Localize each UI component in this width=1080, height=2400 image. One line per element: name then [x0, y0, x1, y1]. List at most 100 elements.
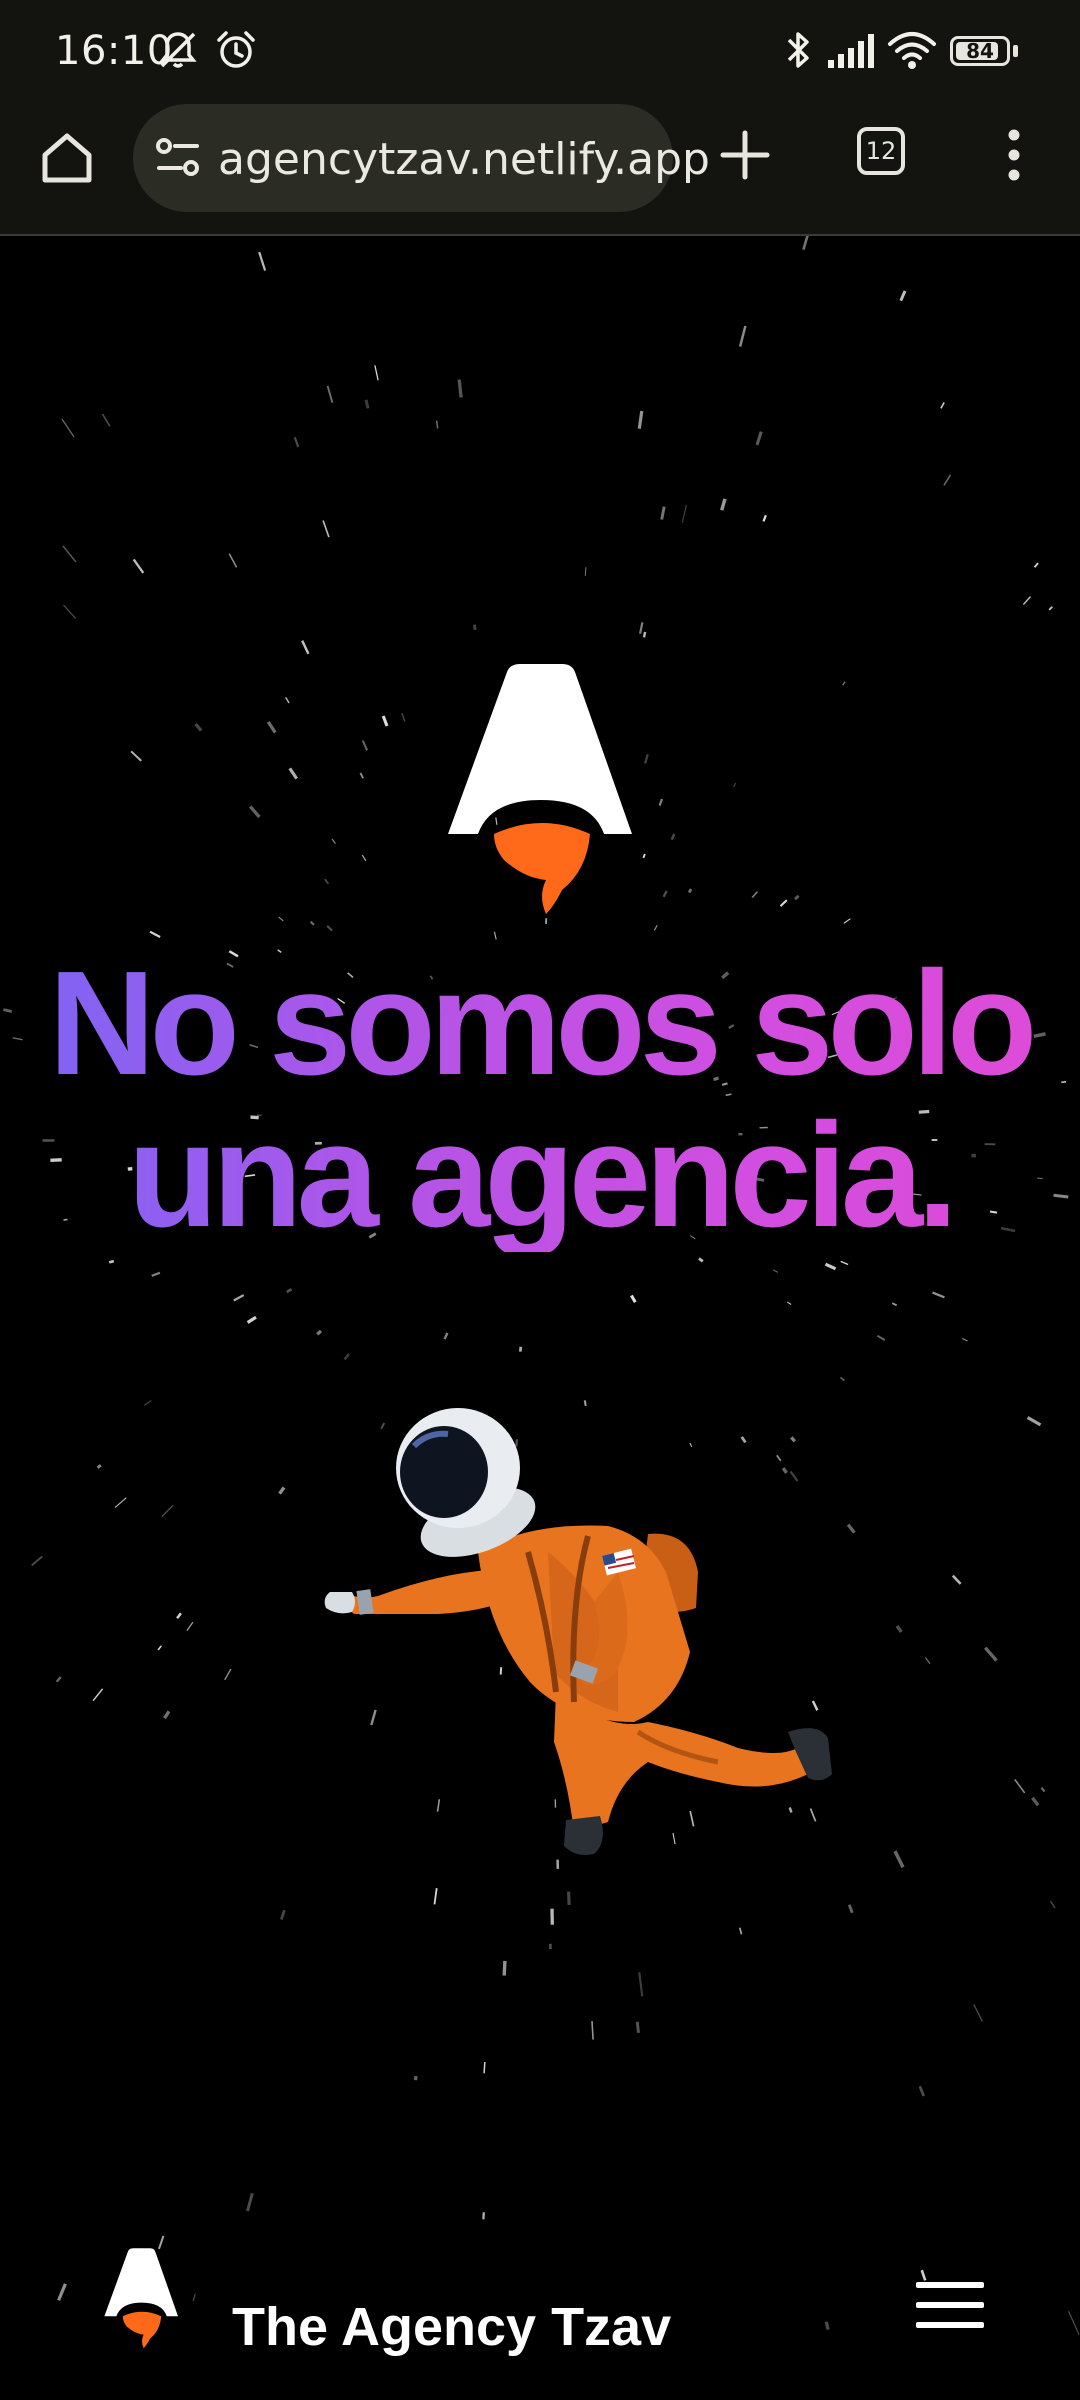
astronaut-illustration [324, 1408, 832, 1855]
star-streak [186, 1621, 194, 1631]
star-streak [895, 1625, 903, 1633]
star-streak [322, 520, 330, 538]
star-streak [567, 1891, 571, 1905]
star-streak [246, 1315, 257, 1324]
star-streak [918, 2085, 925, 2097]
bluetooth-icon [787, 32, 809, 68]
star-streak [794, 894, 800, 901]
star-streak [1048, 606, 1053, 611]
star-streak [662, 890, 668, 898]
star-streak [57, 2283, 67, 2301]
star-streak [364, 399, 370, 409]
star-streak [293, 436, 300, 448]
star-streak [642, 853, 646, 859]
star-streak [951, 1574, 962, 1585]
star-streak [326, 925, 333, 932]
site-settings-icon[interactable] [155, 136, 201, 180]
tabs-button[interactable]: 12 [857, 127, 905, 175]
star-streak [278, 916, 284, 922]
star-streak [755, 431, 763, 446]
browser-toolbar: agencytzav.netlify.app 12 [0, 100, 1080, 236]
star-streak [824, 2321, 830, 2330]
star-streak [843, 918, 851, 924]
star-streak [635, 2021, 640, 2034]
star-streak [301, 640, 310, 655]
star-streak [891, 1302, 898, 1307]
star-streak [762, 514, 767, 522]
star-streak [331, 838, 336, 845]
star-streak [638, 1972, 644, 1997]
star-streak [343, 1353, 350, 1361]
home-icon[interactable] [38, 128, 96, 186]
star-streak [278, 1486, 286, 1495]
hero-section: No somos solo una agencia. The Agency Tz… [0, 236, 1080, 2400]
star-streak [108, 1259, 115, 1264]
more-menu-icon[interactable] [998, 126, 1030, 184]
star-streak [984, 1646, 998, 1662]
star-streak [943, 474, 952, 486]
star-streak [839, 1376, 846, 1382]
star-streak [840, 1260, 849, 1266]
star-streak [324, 878, 330, 885]
star-streak [374, 365, 379, 381]
star-streak [246, 2193, 254, 2212]
address-bar[interactable]: agencytzav.netlify.app [133, 104, 710, 212]
battery-level: 84 [966, 39, 994, 63]
star-streak [1026, 1416, 1042, 1427]
star-streak [316, 1329, 323, 1336]
star-streak [443, 1332, 449, 1340]
star-streak [738, 1927, 743, 1935]
star-streak [658, 798, 663, 806]
star-streak [493, 931, 497, 940]
star-streak [1014, 1779, 1026, 1794]
star-streak [326, 385, 334, 404]
star-streak [435, 420, 439, 429]
star-streak [973, 2004, 983, 2022]
star-streak [670, 833, 676, 841]
signal-icon [828, 34, 874, 68]
star-streak [433, 1887, 438, 1905]
star-streak [846, 1523, 856, 1534]
star-streak [940, 402, 945, 409]
star-streak [286, 1288, 293, 1294]
star-streak [876, 1334, 886, 1341]
star-streak [681, 504, 687, 523]
url-text[interactable]: agencytzav.netlify.app [218, 134, 710, 185]
star-streak [114, 1497, 127, 1509]
star-streak [687, 888, 693, 894]
star-streak [55, 1676, 62, 1683]
headline-line-2: una agencia. [0, 1100, 1080, 1252]
star-streak [642, 631, 647, 638]
star-streak [962, 1338, 968, 1342]
new-tab-icon[interactable] [718, 128, 772, 182]
star-streak [802, 236, 809, 250]
star-streak [285, 697, 290, 704]
star-streak [157, 1645, 162, 1651]
star-streak [847, 1904, 854, 1914]
star-streak [660, 506, 666, 520]
star-streak [130, 750, 142, 762]
star-streak [288, 767, 299, 780]
star-streak [630, 1294, 637, 1303]
star-streak [61, 418, 75, 438]
star-streak [899, 290, 907, 302]
star-streak [132, 558, 145, 574]
star-streak [772, 1269, 779, 1273]
star-streak [751, 891, 759, 899]
star-streak [893, 1850, 905, 1869]
star-streak [92, 1688, 104, 1702]
star-streak [149, 930, 161, 938]
star-streak [309, 920, 315, 926]
star-streak [1067, 2310, 1080, 2335]
star-streak [224, 1668, 232, 1681]
star-streak [1033, 562, 1039, 568]
brand-name[interactable]: The Agency Tzav [232, 2296, 671, 2358]
tab-count-label: 12 [865, 137, 897, 165]
star-streak [31, 1555, 43, 1567]
star-streak [228, 553, 238, 568]
hamburger-menu-icon[interactable] [914, 2278, 986, 2332]
star-streak [101, 413, 111, 427]
battery-cap [1013, 45, 1018, 57]
star-streak [401, 712, 406, 722]
star-streak [62, 545, 77, 563]
